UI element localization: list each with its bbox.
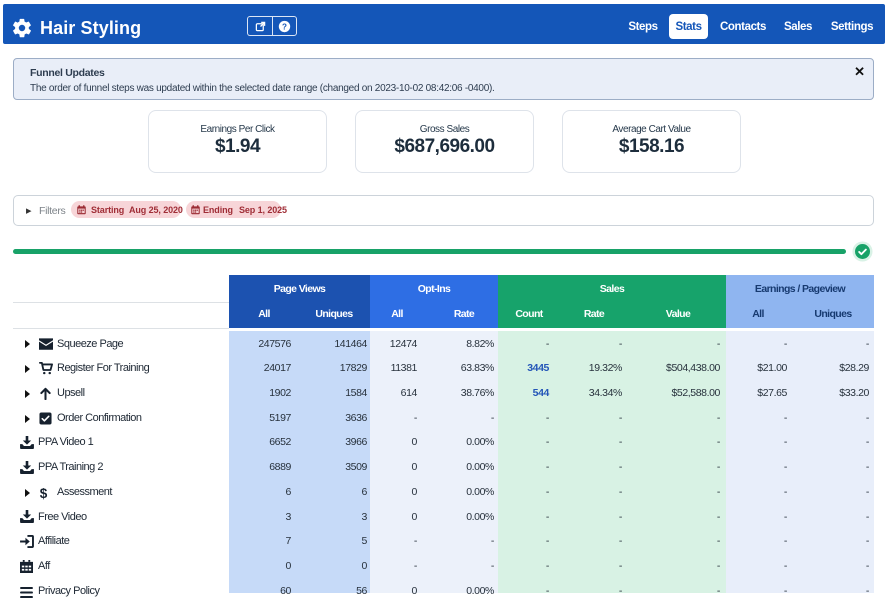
svg-text:$: $: [40, 486, 48, 500]
svg-text:?: ?: [282, 22, 287, 31]
